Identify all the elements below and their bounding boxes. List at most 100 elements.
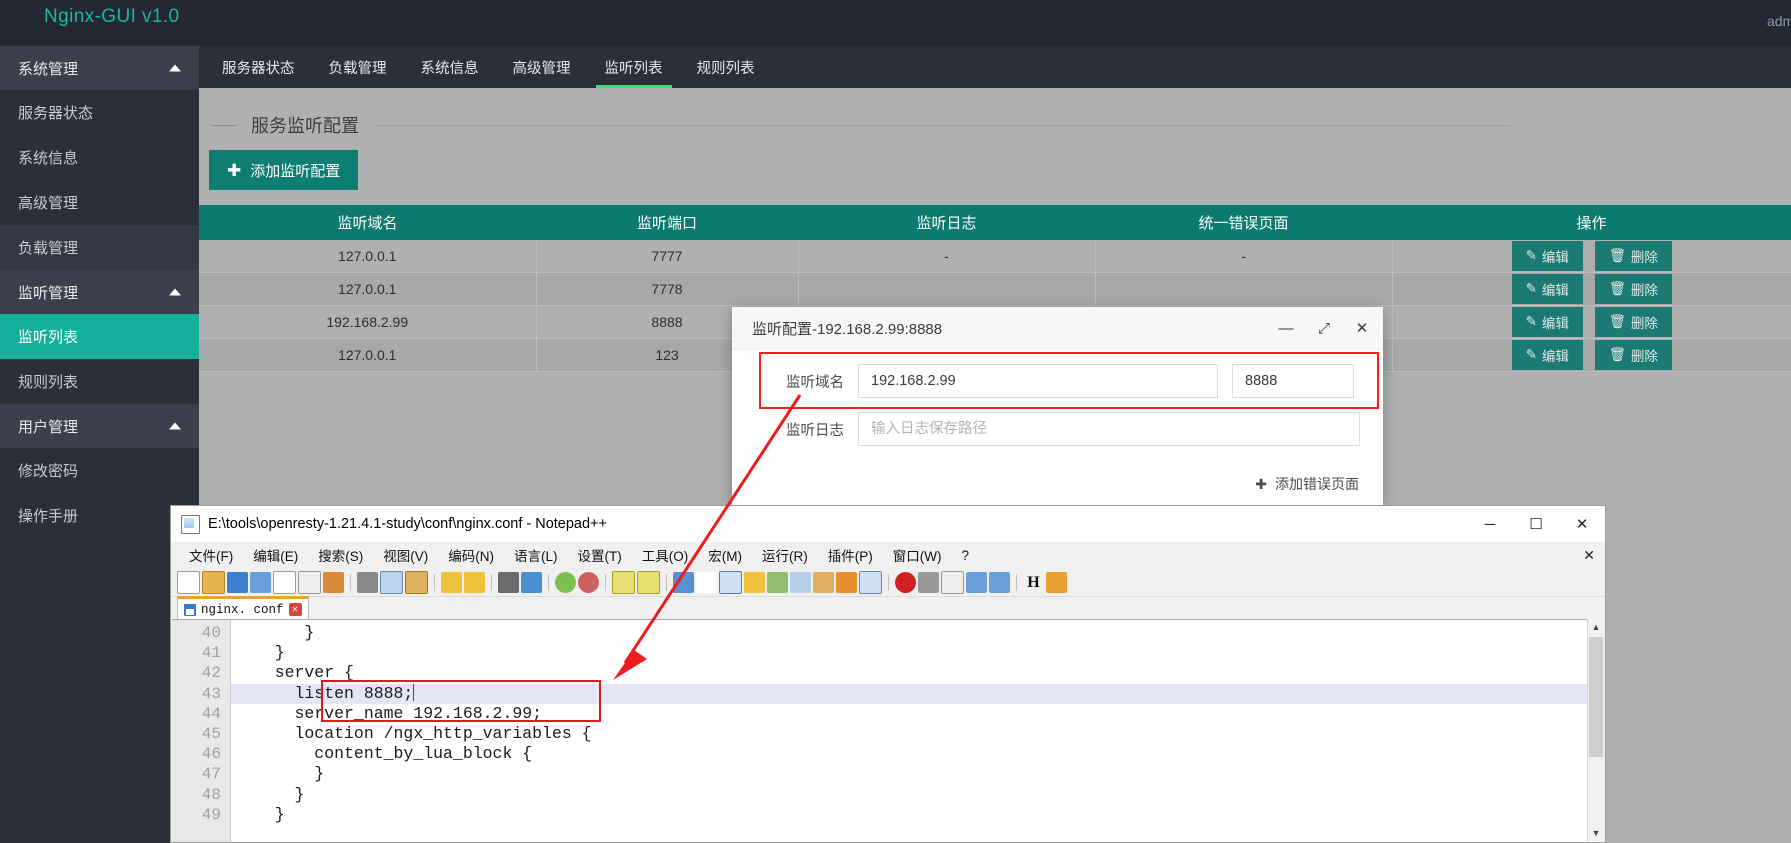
- menu-macro[interactable]: 宏(M): [698, 545, 752, 565]
- sidebar-item-system-info[interactable]: 系统信息: [0, 135, 199, 180]
- close-file-icon[interactable]: [273, 570, 296, 594]
- sidebar-item-advanced[interactable]: 高级管理: [0, 180, 199, 225]
- sidebar-item-rule-list[interactable]: 规则列表: [0, 359, 199, 404]
- indent-guide-icon[interactable]: [719, 570, 742, 594]
- delete-button[interactable]: 🗑 删除: [1594, 340, 1672, 370]
- add-error-page-button[interactable]: ✚ 添加错误页面: [1255, 474, 1359, 494]
- minimize-icon[interactable]: ─: [1467, 506, 1513, 542]
- zoom-in-icon[interactable]: [555, 571, 576, 593]
- screenshot-root: Nginx-GUI v1.0 adm 系统管理 服务器状态 系统信息 高级管理 …: [0, 0, 1791, 843]
- menu-plugins[interactable]: 插件(P): [818, 545, 883, 565]
- sync-scroll-h-icon[interactable]: [637, 570, 660, 594]
- delete-button[interactable]: 🗑 删除: [1594, 307, 1672, 337]
- sidebar-item-server-status[interactable]: 服务器状态: [0, 90, 199, 135]
- menu-language[interactable]: 语言(L): [504, 545, 568, 565]
- sidebar-group-listen[interactable]: 监听管理: [0, 270, 199, 314]
- add-listen-config-button[interactable]: ✚ 添加监听配置: [209, 150, 359, 190]
- tab-listen-list[interactable]: 监听列表: [588, 46, 680, 88]
- tab-advanced[interactable]: 高级管理: [496, 46, 588, 88]
- redo-icon[interactable]: [464, 571, 485, 593]
- scroll-down-icon[interactable]: ▼: [1588, 825, 1604, 841]
- menu-help[interactable]: ?: [951, 548, 979, 563]
- zoom-out-icon[interactable]: [578, 571, 599, 593]
- word-wrap-icon[interactable]: [673, 571, 694, 593]
- topbar-username[interactable]: adm: [1767, 13, 1791, 29]
- sidebar-group-system[interactable]: 系统管理: [0, 46, 199, 90]
- menu-settings[interactable]: 设置(T): [568, 545, 632, 565]
- sidebar-group-label: 用户管理: [18, 418, 79, 436]
- edit-icon: ✎: [1525, 281, 1537, 296]
- table-row: 127.0.0.1 7778 ✎ 编辑 🗑 删除: [199, 272, 1791, 306]
- toolbar-separator: [666, 573, 667, 591]
- show-all-chars-icon[interactable]: [696, 571, 717, 593]
- menu-search[interactable]: 搜索(S): [308, 545, 373, 565]
- close-all-icon[interactable]: [298, 570, 321, 594]
- close-icon[interactable]: ✕: [1559, 506, 1605, 542]
- copy-icon[interactable]: [380, 570, 403, 594]
- log-path-input[interactable]: [858, 412, 1360, 446]
- folder-icon[interactable]: [836, 571, 857, 593]
- menu-encoding[interactable]: 编码(N): [438, 545, 504, 565]
- close-tab-icon[interactable]: ✕: [288, 603, 302, 616]
- bold-h-icon[interactable]: H: [1023, 572, 1044, 593]
- menu-run[interactable]: 运行(R): [752, 545, 818, 565]
- scroll-up-icon[interactable]: ▲: [1588, 619, 1604, 635]
- sidebar-item-load-balance[interactable]: 负载管理: [0, 225, 199, 270]
- edit-button[interactable]: ✎ 编辑: [1511, 274, 1583, 304]
- undo-icon[interactable]: [441, 571, 462, 593]
- trash-icon: 🗑: [1608, 281, 1626, 296]
- close-icon[interactable]: ✕: [1351, 321, 1373, 336]
- code-area[interactable]: } } server { listen 8888; server_name 19…: [231, 620, 1604, 842]
- line-number: 44: [201, 704, 221, 723]
- tab-system-info[interactable]: 系统信息: [404, 46, 496, 88]
- play-macro-icon[interactable]: [941, 570, 964, 594]
- toolbar-separator: [434, 573, 435, 591]
- play-multi-macro-icon[interactable]: [966, 571, 987, 593]
- monitor-icon[interactable]: [859, 570, 882, 594]
- scrollbar-thumb[interactable]: [1589, 637, 1603, 757]
- function-list-icon[interactable]: [790, 571, 811, 593]
- tab-load-balance[interactable]: 负载管理: [312, 46, 404, 88]
- cut-icon[interactable]: [357, 571, 378, 593]
- open-file-icon[interactable]: [202, 570, 225, 594]
- replace-icon[interactable]: [521, 571, 542, 593]
- record-macro-icon[interactable]: [895, 571, 916, 593]
- code-editor[interactable]: 40 41 42 43 44 45 46 47 48 49 } } server…: [172, 619, 1604, 842]
- edit-button[interactable]: ✎ 编辑: [1511, 307, 1583, 337]
- sidebar-group-user[interactable]: 用户管理: [0, 404, 199, 448]
- save-icon[interactable]: [227, 571, 248, 593]
- menu-file[interactable]: 文件(F): [179, 545, 243, 565]
- tab-server-status[interactable]: 服务器状态: [205, 46, 312, 88]
- menu-edit[interactable]: 编辑(E): [243, 545, 308, 565]
- editor-vertical-scrollbar[interactable]: ▲ ▼: [1587, 619, 1604, 841]
- save-all-icon[interactable]: [250, 571, 271, 593]
- document-tab-nginx-conf[interactable]: nginx. conf ✕: [177, 596, 309, 620]
- sidebar-item-change-password[interactable]: 修改密码: [0, 448, 199, 493]
- close-document-icon[interactable]: ✕: [1583, 547, 1595, 564]
- edit-button[interactable]: ✎ 编辑: [1511, 340, 1583, 370]
- delete-button[interactable]: 🗑 删除: [1594, 274, 1672, 304]
- tab-rule-list[interactable]: 规则列表: [680, 46, 772, 88]
- delete-button[interactable]: 🗑 删除: [1594, 241, 1672, 271]
- sidebar-item-listen-list[interactable]: 监听列表: [0, 314, 199, 359]
- stop-macro-icon[interactable]: [918, 571, 939, 593]
- user-lang-icon[interactable]: [744, 571, 765, 593]
- paste-icon[interactable]: [405, 570, 428, 594]
- find-icon[interactable]: [498, 571, 519, 593]
- file-browser-icon[interactable]: [1046, 571, 1067, 593]
- print-icon[interactable]: [323, 571, 344, 593]
- doc-map-icon[interactable]: [767, 571, 788, 593]
- menu-view[interactable]: 视图(V): [373, 545, 438, 565]
- table-header-row: 监听域名 监听端口 监听日志 统一错误页面 操作: [199, 205, 1791, 240]
- save-macro-icon[interactable]: [989, 571, 1010, 593]
- folder-workspace-icon[interactable]: [813, 571, 834, 593]
- new-file-icon[interactable]: [177, 570, 200, 594]
- minimize-icon[interactable]: —: [1275, 321, 1297, 336]
- maximize-icon[interactable]: ⤢: [1313, 321, 1335, 336]
- line-number: 47: [201, 765, 221, 784]
- sync-scroll-v-icon[interactable]: [612, 570, 635, 594]
- menu-tools[interactable]: 工具(O): [632, 545, 699, 565]
- menu-window[interactable]: 窗口(W): [883, 545, 952, 565]
- edit-button[interactable]: ✎ 编辑: [1511, 241, 1583, 271]
- maximize-icon[interactable]: ☐: [1513, 506, 1559, 542]
